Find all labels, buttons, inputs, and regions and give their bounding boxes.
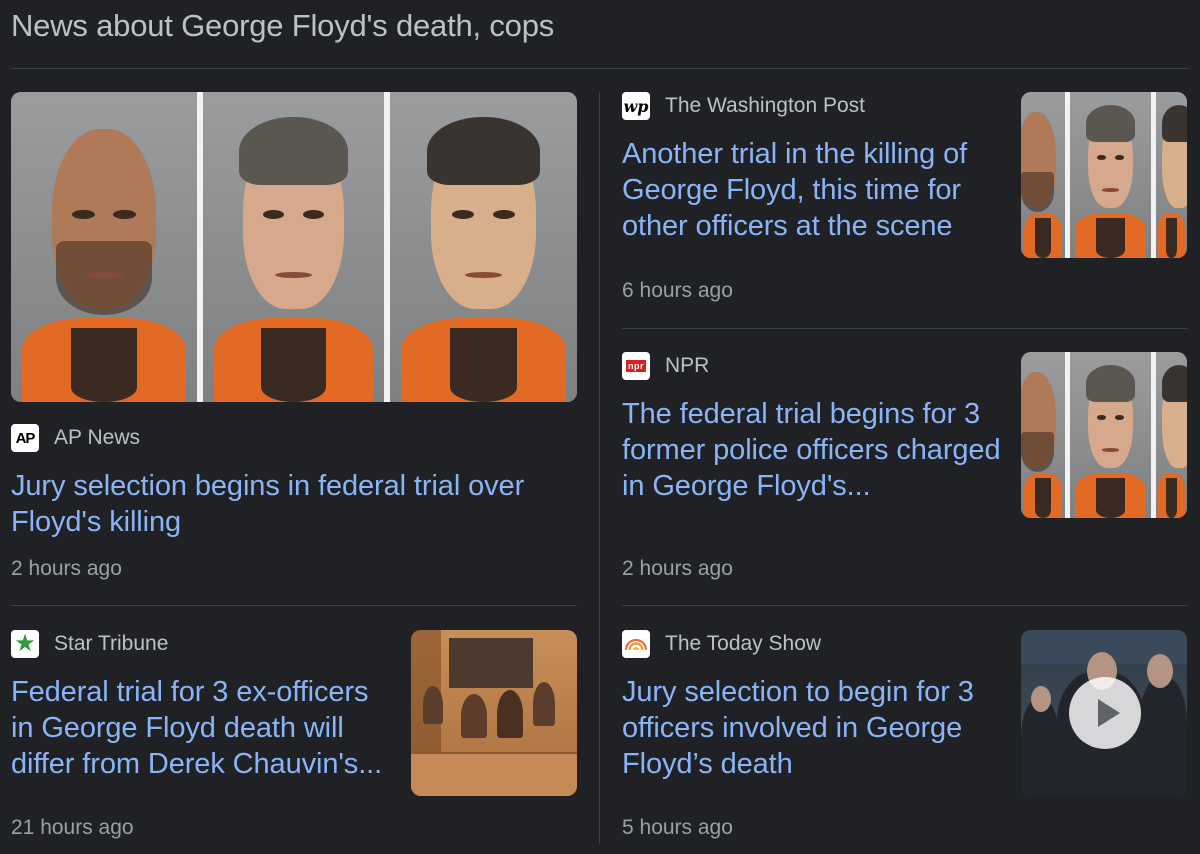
article-thumbnail-npr[interactable]: [1021, 352, 1187, 518]
article-source: AP AP News: [11, 424, 577, 452]
article-time: 2 hours ago: [622, 557, 733, 580]
article-time: 21 hours ago: [11, 816, 134, 839]
column-divider: [599, 92, 600, 844]
article-card-ap[interactable]: AP AP News Jury selection begins in fede…: [11, 424, 577, 540]
article-card-star-tribune[interactable]: ★ Star Tribune Federal trial for 3 ex-of…: [11, 630, 396, 782]
article-time: 6 hours ago: [622, 279, 733, 302]
article-card-today-show[interactable]: The Today Show Jury selection to begin f…: [622, 630, 1002, 782]
article-source: wp The Washington Post: [622, 92, 1002, 120]
article-headline[interactable]: Another trial in the killing of George F…: [622, 136, 1002, 244]
washington-post-logo-icon: wp: [622, 92, 650, 120]
source-name: The Today Show: [665, 632, 822, 655]
article-source: npr NPR: [622, 352, 1002, 380]
source-name: The Washington Post: [665, 94, 865, 117]
play-video-icon[interactable]: [1069, 677, 1141, 749]
article-thumbnail-washington-post[interactable]: [1021, 92, 1187, 258]
divider: [622, 328, 1188, 329]
source-name: NPR: [665, 354, 710, 377]
divider: [622, 605, 1188, 606]
npr-logo-icon: npr: [622, 352, 650, 380]
article-thumbnail-star-tribune[interactable]: [411, 630, 577, 796]
article-card-npr[interactable]: npr NPR The federal trial begins for 3 f…: [622, 352, 1002, 504]
article-time: 2 hours ago: [11, 557, 122, 580]
source-name: AP News: [54, 426, 140, 449]
today-sun-icon: [625, 638, 647, 651]
ap-news-logo-icon: AP: [11, 424, 39, 452]
article-thumbnail-ap[interactable]: [11, 92, 577, 402]
star-tribune-logo-icon: ★: [11, 630, 39, 658]
source-name: Star Tribune: [54, 632, 169, 655]
article-headline[interactable]: Jury selection to begin for 3 officers i…: [622, 674, 1002, 782]
section-header: News about George Floyd's death, cops: [11, 4, 1189, 69]
article-headline[interactable]: Federal trial for 3 ex-officers in Georg…: [11, 674, 396, 782]
article-thumbnail-today-show[interactable]: [1021, 630, 1187, 796]
divider: [11, 605, 577, 606]
article-source: ★ Star Tribune: [11, 630, 396, 658]
article-time: 5 hours ago: [622, 816, 733, 839]
article-source: The Today Show: [622, 630, 1002, 658]
article-headline[interactable]: Jury selection begins in federal trial o…: [11, 468, 577, 540]
section-title: News about George Floyd's death, cops: [11, 8, 555, 43]
article-headline[interactable]: The federal trial begins for 3 former po…: [622, 396, 1002, 504]
article-card-washington-post[interactable]: wp The Washington Post Another trial in …: [622, 92, 1002, 244]
today-show-logo-icon: [622, 630, 650, 658]
